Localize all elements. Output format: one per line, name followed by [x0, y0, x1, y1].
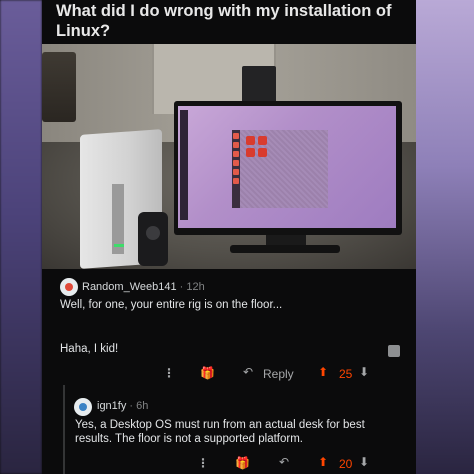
arrow-down-icon[interactable]: ⬇	[359, 455, 369, 469]
arrow-up-icon[interactable]: ⬆	[318, 365, 328, 379]
more-vertical-icon[interactable]: ⋮	[163, 366, 175, 380]
photo-screen-dock	[180, 110, 188, 220]
comment-username[interactable]: Random_Weeb141	[82, 281, 177, 293]
gift-icon[interactable]: 🎁	[235, 456, 250, 470]
photo-monitor-stand	[266, 235, 306, 245]
photo-screen-launcher	[232, 130, 240, 208]
photo-screen-icon	[258, 136, 267, 145]
blurred-background-left	[0, 0, 42, 474]
comment-username[interactable]: ign1fy	[97, 400, 126, 412]
comment-text: Well, for one, your entire rig is on the…	[60, 299, 283, 311]
gift-icon[interactable]	[388, 345, 400, 357]
photo-monitor-base	[230, 245, 340, 253]
comment-age: 6h	[136, 400, 149, 412]
avatar[interactable]	[60, 278, 78, 296]
thread-line[interactable]	[63, 385, 65, 474]
photo-screen-icon	[246, 148, 255, 157]
meta-separator: ·	[129, 400, 134, 412]
post-photo[interactable]	[42, 44, 416, 269]
photo-screen-icon	[246, 136, 255, 145]
photo-pc-power-led	[114, 244, 124, 247]
more-vertical-icon[interactable]: ⋮	[197, 456, 209, 470]
avatar[interactable]	[74, 398, 92, 416]
photo-chair	[42, 52, 76, 122]
gift-icon[interactable]: 🎁	[200, 366, 215, 380]
arrow-up-icon[interactable]: ⬆	[318, 455, 328, 469]
score: 20	[339, 457, 353, 471]
reply-icon[interactable]: ↶	[279, 455, 289, 469]
comment-age: 12h	[186, 281, 205, 293]
arrow-down-icon[interactable]: ⬇	[359, 365, 369, 379]
comment-meta: Random_Weeb141 · 12h	[82, 281, 205, 293]
comment-text: Yes, a Desktop OS must run from an actua…	[75, 419, 365, 445]
reply-icon[interactable]: ↶	[243, 365, 253, 379]
photo-speaker	[138, 212, 168, 266]
reply-button[interactable]: Reply	[263, 367, 294, 381]
meta-separator: ·	[179, 281, 184, 293]
comment-meta: ign1fy · 6h	[97, 400, 148, 412]
post-title: What did I do wrong with my installation…	[56, 2, 392, 40]
comment-text: Haha, I kid!	[60, 343, 119, 355]
photo-screen-icon	[258, 148, 267, 157]
score: 25	[339, 367, 353, 381]
blurred-background-right	[416, 0, 474, 474]
